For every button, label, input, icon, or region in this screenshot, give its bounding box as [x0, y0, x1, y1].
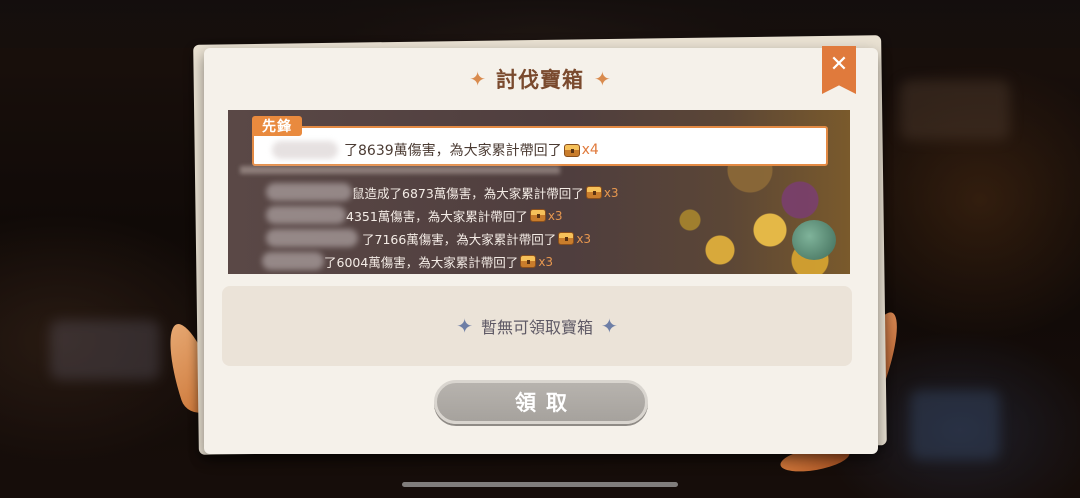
chest-multiplier: x3: [547, 208, 563, 223]
star-icon: ✦: [594, 67, 611, 91]
chest-icon: [529, 209, 546, 222]
dialog-header: ✦ 討伐寶箱 ✦: [0, 62, 1080, 96]
partially-hidden-log-line: [240, 166, 560, 174]
close-icon: ✕: [829, 52, 849, 77]
chest-icon: [520, 255, 537, 268]
redacted-player-name: [266, 206, 346, 224]
redacted-player-name: [262, 252, 324, 270]
chest-icon: [563, 143, 580, 157]
sparkle-icon: ✦: [456, 314, 473, 338]
log-entry: 4351萬傷害，為大家累計帶回了 x3: [346, 206, 563, 225]
chest-multiplier: x3: [576, 231, 592, 246]
log-entry: 了7166萬傷害，為大家累計帶回了 x3: [362, 229, 591, 248]
claim-button-label: 領取: [515, 391, 577, 415]
chest-multiplier: x4: [581, 142, 599, 158]
claim-button[interactable]: 領取: [434, 380, 648, 424]
vanguard-entry-text: 了8639萬傷害，為大家累計帶回了: [344, 143, 562, 159]
log-entry: 鼠造成了6873萬傷害，為大家累計帶回了 x3: [352, 183, 619, 202]
star-icon: ✦: [469, 67, 486, 91]
dialog-title: 討伐寶箱: [496, 68, 584, 92]
vanguard-badge: 先鋒: [252, 116, 302, 136]
log-entry: 了6004萬傷害，為大家累計帶回了 x3: [324, 252, 553, 271]
sparkle-icon: ✦: [601, 314, 618, 338]
chest-icon: [558, 232, 575, 245]
redacted-player-name: [272, 141, 338, 159]
log-entry-text: 鼠造成了6873萬傷害，為大家累計帶回了: [352, 186, 584, 201]
home-indicator[interactable]: [402, 482, 678, 487]
log-entry-text: 了6004萬傷害，為大家累計帶回了: [324, 255, 519, 270]
vanguard-entry: 了8639萬傷害，為大家累計帶回了 x4: [344, 140, 599, 160]
claimable-chest-area: ✦ 暫無可領取寶箱 ✦: [222, 286, 852, 366]
empty-state-text: 暫無可領取寶箱: [480, 318, 593, 337]
chest-multiplier: x3: [603, 185, 619, 200]
redacted-player-name: [266, 229, 358, 247]
redacted-player-name: [266, 183, 352, 201]
log-entry-text: 4351萬傷害，為大家累計帶回了: [346, 209, 528, 224]
chest-icon: [585, 186, 602, 199]
chest-multiplier: x3: [538, 254, 554, 269]
potion-bottle-illustration: [792, 220, 836, 260]
log-entry-text: 了7166萬傷害，為大家累計帶回了: [362, 232, 557, 247]
